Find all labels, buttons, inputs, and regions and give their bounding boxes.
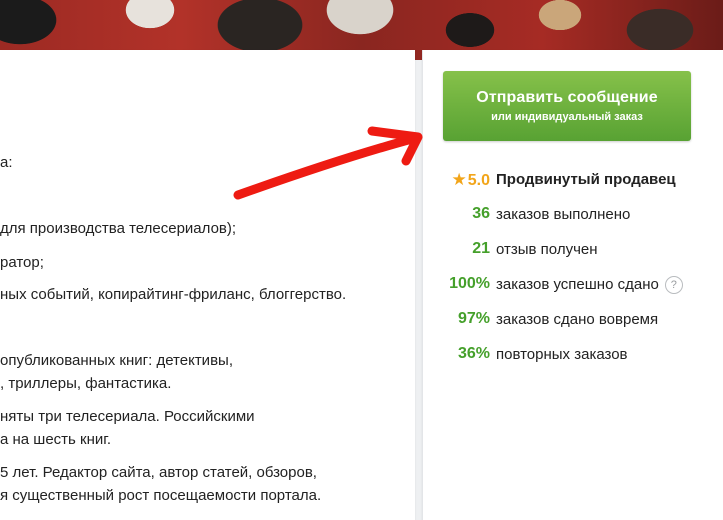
stat-label-group: заказов успешно сдано? xyxy=(496,276,683,294)
stat-label: отзыв получен xyxy=(496,241,598,258)
rating-value-group: ★5.0 xyxy=(452,170,491,190)
seller-sidebar: Отправить сообщение или индивидуальный з… xyxy=(422,50,723,520)
description-line: ных событий, копирайтинг-фриланс, блогге… xyxy=(0,286,347,303)
description-line: , триллеры, фантастика. xyxy=(0,375,172,392)
description-line: а на шесть книг. xyxy=(0,431,112,448)
star-icon: ★ xyxy=(451,170,467,189)
description-line: для производства телесериалов); xyxy=(0,220,237,237)
profile-description-panel: а: для производства телесериалов); ратор… xyxy=(0,50,415,520)
stat-orders-successful: 100% заказов успешно сдано? xyxy=(423,275,723,297)
stat-reviews-received: 21 отзыв получен xyxy=(423,240,723,262)
stat-repeat-orders: 36% повторных заказов xyxy=(423,345,723,367)
stat-value: 21 xyxy=(472,240,490,257)
stat-label: заказов сдано вовремя xyxy=(496,311,659,328)
description-line: няты три телесериала. Российскими xyxy=(0,408,255,425)
description-line: я существенный рост посещаемости портала… xyxy=(0,487,322,504)
description-line: ратор; xyxy=(0,254,44,271)
stat-value: 36 xyxy=(472,205,490,222)
red-arrow-annotation xyxy=(233,126,423,200)
stat-value: 100% xyxy=(449,275,490,292)
description-line: опубликованных книг: детективы, xyxy=(0,352,233,369)
stat-orders-completed: 36 заказов выполнено xyxy=(423,205,723,227)
description-line: 5 лет. Редактор сайта, автор статей, обз… xyxy=(0,464,317,481)
seller-rating: ★5.0 Продвинутый продавец xyxy=(423,170,723,192)
custom-order-label: или индивидуальный заказ xyxy=(491,111,643,123)
stat-label: заказов выполнено xyxy=(496,206,631,223)
seller-level: Продвинутый продавец xyxy=(496,171,676,188)
description-line: а: xyxy=(0,154,13,171)
stat-label: повторных заказов xyxy=(496,346,628,363)
help-icon[interactable]: ? xyxy=(664,276,683,294)
stat-label: заказов успешно сдано xyxy=(496,276,659,293)
send-message-label: Отправить сообщение xyxy=(476,89,658,106)
stat-value: 97% xyxy=(457,310,490,327)
stat-value: 36% xyxy=(457,345,490,362)
rating-value: 5.0 xyxy=(467,172,490,189)
stat-orders-on-time: 97% заказов сдано вовремя xyxy=(423,310,723,332)
send-message-button[interactable]: Отправить сообщение или индивидуальный з… xyxy=(443,71,691,141)
